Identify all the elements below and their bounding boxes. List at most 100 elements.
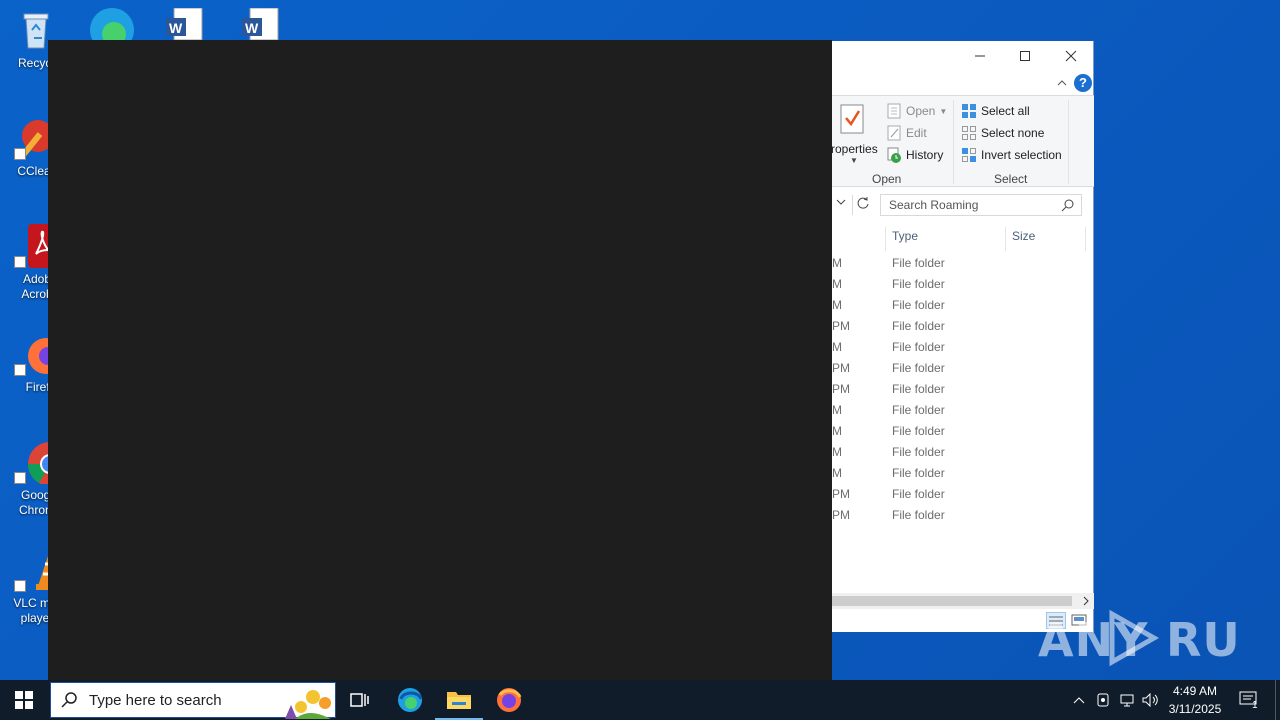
- file-type: File folder: [892, 487, 945, 501]
- show-desktop-button[interactable]: [1275, 680, 1280, 720]
- task-view-button[interactable]: [336, 680, 384, 720]
- file-row[interactable]: M File folder: [832, 274, 1094, 295]
- select-all-icon: [962, 104, 976, 118]
- file-type: File folder: [892, 508, 945, 522]
- select-none-button[interactable]: Select none: [961, 125, 1044, 141]
- ribbon: roperties ▼ Open ▼ Edit History Open Sel…: [831, 95, 1094, 187]
- system-clock[interactable]: 4:49 AM 3/11/2025: [1160, 682, 1230, 718]
- file-row[interactable]: PM File folder: [832, 484, 1094, 505]
- column-header-type[interactable]: Type: [892, 229, 918, 243]
- chevron-down-icon: [836, 199, 846, 205]
- collapse-ribbon-button[interactable]: [1054, 75, 1070, 91]
- file-row[interactable]: PM File folder: [832, 379, 1094, 400]
- shortcut-arrow-icon: [14, 256, 26, 268]
- column-header-size[interactable]: Size: [1012, 229, 1035, 243]
- select-none-icon: [962, 126, 976, 140]
- minimize-button[interactable]: [957, 41, 1003, 71]
- help-button[interactable]: ?: [1074, 74, 1092, 92]
- network-button[interactable]: [1116, 680, 1138, 720]
- search-placeholder: Type here to search: [89, 691, 222, 709]
- file-row[interactable]: PM File folder: [832, 505, 1094, 526]
- start-button[interactable]: [0, 680, 48, 720]
- windows-logo-icon: [15, 691, 33, 709]
- taskbar-edge-button[interactable]: [386, 680, 434, 720]
- open-button[interactable]: Open ▼: [886, 103, 947, 119]
- date-modified: PM: [832, 319, 850, 333]
- file-row[interactable]: PM File folder: [832, 358, 1094, 379]
- ribbon-divider: [1068, 100, 1069, 184]
- ribbon-controls: ?: [832, 71, 1094, 95]
- title-bar: [832, 41, 1094, 71]
- file-row[interactable]: M File folder: [832, 463, 1094, 484]
- invert-selection-button[interactable]: Invert selection: [961, 147, 1062, 163]
- volume-button[interactable]: [1140, 680, 1162, 720]
- scrollbar-thumb[interactable]: [832, 596, 1072, 606]
- device-icon: [1097, 693, 1109, 707]
- word-document-icon: W: [166, 7, 203, 41]
- taskbar-search-input[interactable]: Type here to search: [50, 682, 336, 719]
- taskbar-file-explorer-button[interactable]: [435, 680, 483, 720]
- svg-text:W: W: [245, 20, 259, 36]
- edit-button[interactable]: Edit: [886, 125, 927, 141]
- volume-icon: [1142, 693, 1158, 707]
- file-row[interactable]: M File folder: [832, 421, 1094, 442]
- desktop-icon-edge[interactable]: [86, 4, 138, 52]
- select-all-label: Select all: [981, 104, 1030, 118]
- search-input[interactable]: Search Roaming: [880, 194, 1082, 216]
- properties-button[interactable]: roperties ▼: [831, 100, 880, 165]
- file-type: File folder: [892, 382, 945, 396]
- date-modified: PM: [832, 382, 850, 396]
- anyrun-watermark: ANY RUN: [1038, 606, 1279, 687]
- shortcut-arrow-icon: [14, 364, 26, 376]
- maximize-button[interactable]: [1002, 41, 1048, 71]
- word-document-icon: W: [242, 7, 279, 41]
- file-row[interactable]: PM File folder: [832, 316, 1094, 337]
- column-headers: Type Size: [832, 227, 1094, 251]
- blank-dark-window[interactable]: [48, 40, 832, 680]
- ribbon-group-open-label: Open: [872, 172, 902, 186]
- date-modified: M: [832, 466, 842, 480]
- clock-date: 3/11/2025: [1168, 702, 1222, 716]
- file-row[interactable]: M File folder: [832, 253, 1094, 274]
- file-type: File folder: [892, 277, 945, 291]
- edit-label: Edit: [906, 126, 927, 140]
- close-button[interactable]: [1048, 41, 1094, 71]
- edge-icon: [398, 688, 423, 712]
- chevron-down-icon: ▼: [850, 156, 858, 165]
- file-row[interactable]: M File folder: [832, 337, 1094, 358]
- chevron-down-icon: ▼: [939, 106, 948, 116]
- column-separator: [1085, 227, 1086, 251]
- search-icon: [1061, 199, 1074, 212]
- date-modified: PM: [832, 361, 850, 375]
- date-modified: M: [832, 256, 842, 270]
- address-dropdown-button[interactable]: [834, 195, 852, 215]
- refresh-button[interactable]: [852, 195, 870, 215]
- ribbon-divider: [953, 100, 954, 184]
- file-row[interactable]: M File folder: [832, 295, 1094, 316]
- date-modified: M: [832, 298, 842, 312]
- tray-device-button[interactable]: [1092, 680, 1114, 720]
- file-type: File folder: [892, 340, 945, 354]
- firefox-icon: [497, 688, 522, 712]
- close-icon: [1065, 50, 1077, 62]
- taskbar-firefox-button[interactable]: [485, 680, 533, 720]
- file-type: File folder: [892, 256, 945, 270]
- column-separator: [885, 227, 886, 251]
- ribbon-group-select-label: Select: [994, 172, 1028, 186]
- file-type: File folder: [892, 298, 945, 312]
- properties-icon: [840, 104, 864, 134]
- action-center-button[interactable]: 1: [1234, 680, 1264, 720]
- history-button[interactable]: History: [886, 147, 943, 163]
- show-hidden-icons-button[interactable]: [1068, 680, 1090, 720]
- refresh-icon: [857, 197, 869, 209]
- shortcut-arrow-icon: [14, 580, 26, 592]
- open-icon: [887, 103, 901, 119]
- search-placeholder: Search Roaming: [889, 198, 979, 212]
- file-row[interactable]: M File folder: [832, 400, 1094, 421]
- desktop-icon-word-doc-1[interactable]: W: [164, 7, 204, 41]
- file-row[interactable]: M File folder: [832, 442, 1094, 463]
- desktop-icon-word-doc-2[interactable]: W: [240, 7, 280, 41]
- network-icon: [1120, 694, 1134, 707]
- select-all-button[interactable]: Select all: [961, 103, 1030, 119]
- open-label: Open: [906, 104, 936, 118]
